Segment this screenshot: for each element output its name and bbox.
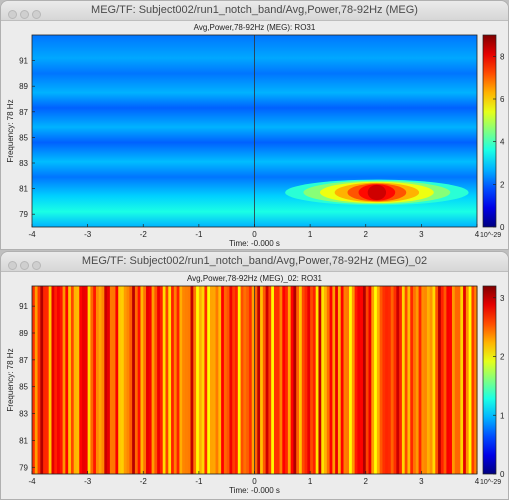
tf-chart-2[interactable]: Avg,Power,78-92Hz (MEG)_02: RO31 -4 -3 -2 -1… (1, 272, 508, 499)
window-titlebar[interactable]: MEG/TF: Subject002/run1_notch_band/Avg,P… (1, 252, 508, 272)
tf-window-1[interactable]: MEG/TF: Subject002/run1_notch_band/Avg,P… (0, 0, 509, 250)
x-tick-label: 3 (419, 230, 424, 239)
x-tick-label: 0 (252, 477, 257, 486)
y-tick-label: 89 (19, 82, 28, 91)
colorbar-tick-label: 6 (500, 95, 505, 104)
tf-chart-1[interactable]: Avg,Power,78-92Hz (MEG): RO31 -4 -3 -2 -1 0 1 2… (1, 21, 508, 249)
chart-title: Avg,Power,78-92Hz (MEG)_02: RO31 (187, 274, 323, 283)
window-titlebar[interactable]: MEG/TF: Subject002/run1_notch_band/Avg,P… (1, 1, 508, 21)
x-tick-label: 3 (419, 477, 424, 486)
x-axis-label: Time: -0.000 s (229, 486, 280, 495)
x-tick-label: -4 (28, 477, 36, 486)
window-title: MEG/TF: Subject002/run1_notch_band/Avg,P… (91, 4, 418, 16)
y-tick-label: 89 (19, 329, 28, 338)
y-tick-label: 87 (19, 356, 28, 365)
x-tick-label: -1 (195, 230, 203, 239)
colorbar (482, 285, 497, 475)
y-tick-label: 83 (19, 410, 28, 419)
x-tick-label: 1 (308, 477, 313, 486)
colorbar-tick-label: 0 (500, 223, 505, 232)
hotspot-contour-6 (367, 184, 387, 201)
y-tick-label: 91 (19, 302, 28, 311)
y-tick-label: 79 (19, 210, 28, 219)
y-tick-label: 81 (19, 436, 28, 445)
colorbar-exponent: 10^-29 (480, 232, 501, 239)
x-tick-label: -1 (195, 477, 203, 486)
colorbar-tick-label: 3 (500, 294, 505, 303)
tf-window-2[interactable]: MEG/TF: Subject002/run1_notch_band/Avg,P… (0, 251, 509, 500)
y-axis-label: Frequency: 78 Hz (6, 99, 15, 162)
colorbar-tick-label: 8 (500, 52, 505, 61)
y-tick-label: 81 (19, 185, 28, 194)
y-tick-label: 85 (19, 383, 28, 392)
x-tick-label: 1 (308, 230, 313, 239)
x-tick-label: 0 (252, 230, 257, 239)
y-tick-label: 87 (19, 108, 28, 117)
colorbar-tick-label: 4 (500, 138, 505, 147)
colorbar-tick-label: 1 (500, 411, 505, 420)
x-axis-label: Time: -0.000 s (229, 239, 280, 248)
chart-title: Avg,Power,78-92Hz (MEG): RO31 (194, 23, 316, 32)
y-tick-label: 83 (19, 159, 28, 168)
colorbar-tick-label: 2 (500, 353, 505, 362)
colorbar-tick-label: 2 (500, 180, 505, 189)
x-tick-label: -2 (140, 230, 148, 239)
x-tick-label: -3 (84, 477, 92, 486)
x-tick-label: 2 (364, 477, 369, 486)
x-tick-label: -2 (140, 477, 148, 486)
y-axis-label: Frequency: 78 Hz (6, 348, 15, 411)
colorbar (482, 34, 497, 228)
x-tick-label: -3 (84, 230, 92, 239)
colorbar-tick-label: 0 (500, 470, 505, 479)
x-tick-label: -4 (28, 230, 36, 239)
window-title: MEG/TF: Subject002/run1_notch_band/Avg,P… (81, 255, 428, 267)
colorbar-exponent: 10^-29 (480, 479, 501, 486)
y-tick-label: 79 (19, 463, 28, 472)
y-tick-label: 85 (19, 133, 28, 142)
y-tick-label: 91 (19, 57, 28, 66)
x-tick-label: 2 (364, 230, 369, 239)
